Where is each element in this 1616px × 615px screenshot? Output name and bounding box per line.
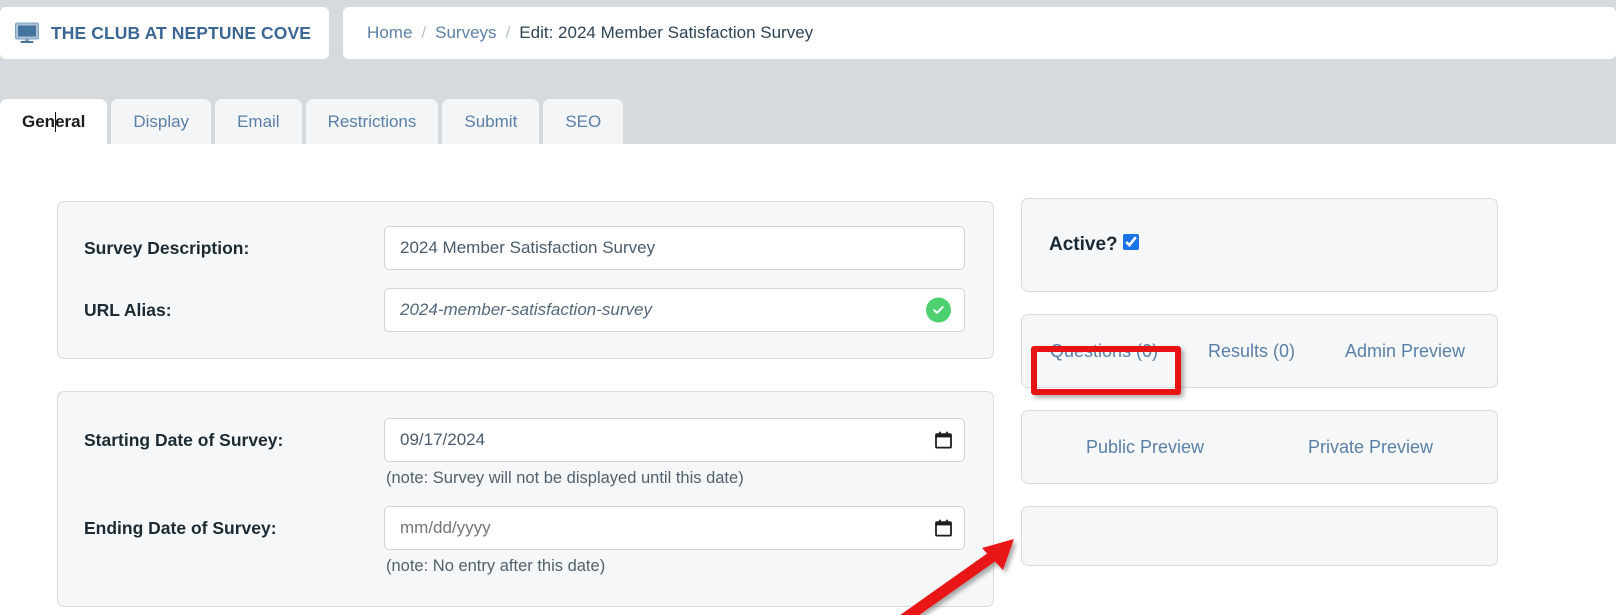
survey-basic-info-panel: Survey Description: URL Alias: bbox=[57, 201, 994, 359]
ending-date-label: Ending Date of Survey: bbox=[84, 518, 277, 538]
tab-general-label-part1: Gen bbox=[22, 111, 56, 131]
field-survey-description: Survey Description: bbox=[84, 226, 965, 270]
field-ending-date: Ending Date of Survey: mm/dd/yyyy (note:… bbox=[84, 506, 965, 576]
tab-submit[interactable]: Submit bbox=[442, 99, 540, 144]
tab-restrictions[interactable]: Restrictions bbox=[305, 99, 439, 144]
starting-date-note: (note: Survey will not be displayed unti… bbox=[386, 469, 744, 487]
private-preview-link[interactable]: Private Preview bbox=[1298, 431, 1443, 464]
tab-display[interactable]: Display bbox=[111, 99, 212, 144]
calendar-icon[interactable] bbox=[935, 519, 952, 537]
survey-description-label: Survey Description: bbox=[84, 237, 250, 258]
ending-date-note: (note: No entry after this date) bbox=[386, 557, 606, 575]
top-header-bar: THE CLUB AT NEPTUNE COVE Home / Surveys … bbox=[0, 0, 1616, 66]
preview-links-panel: Public Preview Private Preview bbox=[1021, 410, 1498, 484]
questions-link[interactable]: Questions (0) bbox=[1040, 335, 1168, 368]
tab-email[interactable]: Email bbox=[215, 99, 302, 144]
url-alias-label: URL Alias: bbox=[84, 299, 172, 320]
breadcrumb-separator: / bbox=[421, 23, 427, 42]
breadcrumb: Home / Surveys / Edit: 2024 Member Satis… bbox=[343, 7, 1616, 59]
survey-links-panel: Questions (0) Results (0) Admin Preview bbox=[1021, 314, 1498, 388]
brand-name: THE CLUB AT NEPTUNE COVE bbox=[51, 22, 312, 43]
survey-actions-column: Active? Questions (0) Results (0) Admin … bbox=[1021, 198, 1498, 566]
green-check-circle-icon bbox=[926, 297, 951, 323]
starting-date-input[interactable] bbox=[384, 418, 965, 462]
survey-dates-panel: Starting Date of Survey: 09/17/2024 (not… bbox=[57, 391, 994, 607]
field-starting-date: Starting Date of Survey: 09/17/2024 (not… bbox=[84, 418, 965, 488]
desktop-monitor-icon bbox=[14, 22, 40, 44]
survey-description-input[interactable] bbox=[384, 226, 965, 270]
tab-general-label-part2: eral bbox=[55, 111, 86, 131]
field-url-alias: URL Alias: bbox=[84, 288, 965, 332]
breadcrumb-item-home[interactable]: Home bbox=[367, 23, 412, 43]
breadcrumb-separator: / bbox=[505, 23, 511, 42]
starting-date-label: Starting Date of Survey: bbox=[84, 430, 284, 450]
results-link[interactable]: Results (0) bbox=[1198, 335, 1305, 368]
active-label: Active? bbox=[1049, 234, 1118, 255]
breadcrumb-current-page: Edit: 2024 Member Satisfaction Survey bbox=[519, 23, 814, 42]
tab-seo[interactable]: SEO bbox=[543, 99, 624, 144]
additional-options-panel bbox=[1021, 506, 1498, 566]
settings-tabstrip: Gen eral Display Email Restrictions Submi… bbox=[0, 96, 1616, 144]
brand-card[interactable]: THE CLUB AT NEPTUNE COVE bbox=[0, 7, 330, 59]
tab-content-general: Survey Description: URL Alias: bbox=[0, 144, 1616, 615]
survey-edit-page: THE CLUB AT NEPTUNE COVE Home / Surveys … bbox=[0, 0, 1616, 615]
public-preview-link[interactable]: Public Preview bbox=[1076, 431, 1214, 464]
admin-preview-link[interactable]: Admin Preview bbox=[1335, 335, 1475, 368]
active-checkbox[interactable] bbox=[1122, 234, 1139, 250]
survey-settings-column: Survey Description: URL Alias: bbox=[57, 201, 994, 607]
active-status-panel: Active? bbox=[1021, 198, 1498, 292]
url-alias-input[interactable] bbox=[384, 288, 965, 332]
ending-date-input[interactable] bbox=[384, 506, 965, 550]
tab-general[interactable]: Gen eral bbox=[0, 99, 108, 144]
calendar-icon[interactable] bbox=[935, 431, 952, 449]
breadcrumb-item-surveys[interactable]: Surveys bbox=[435, 23, 496, 43]
